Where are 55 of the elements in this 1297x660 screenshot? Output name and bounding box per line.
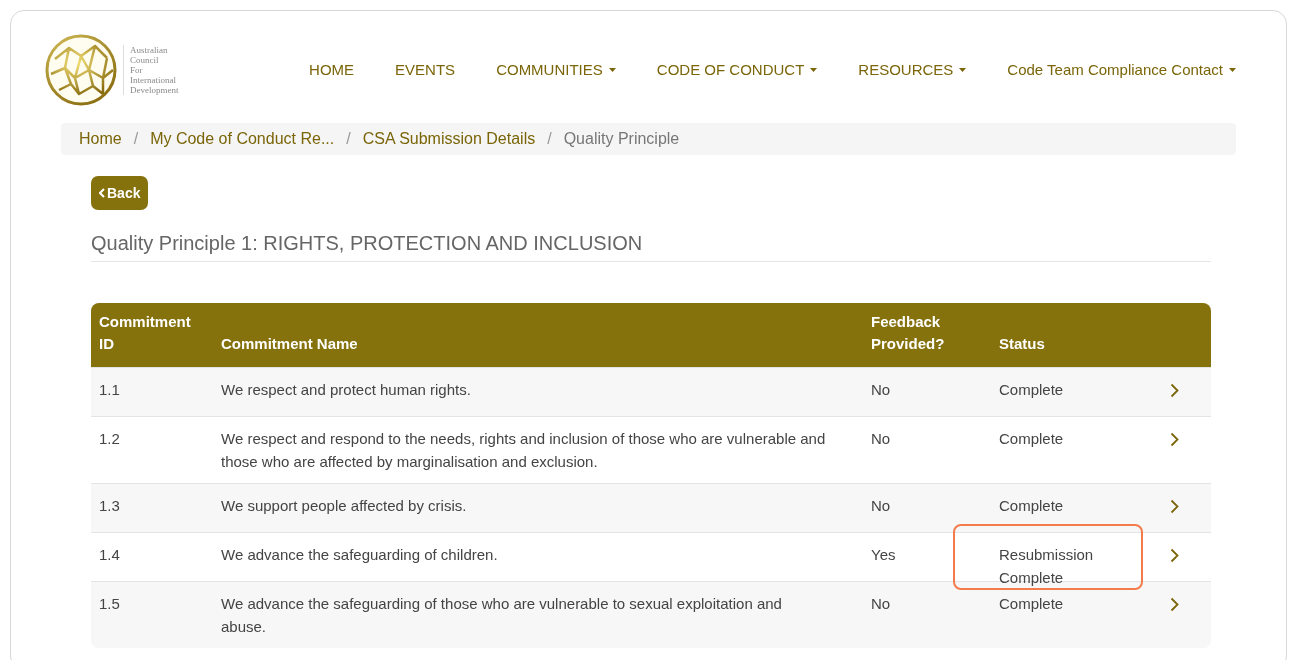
table-cell-text: We advance the safeguarding of those who are vulnerable to sexual exploitation and abuse. — [221, 594, 783, 637]
nav-link[interactable]: RESOURCES — [858, 58, 967, 82]
caret-icon — [959, 68, 967, 72]
back-button[interactable]: Back — [91, 176, 149, 210]
table-cell-text: We advance the safeguarding of children. — [221, 545, 499, 565]
column-header: Commitment Name — [221, 334, 359, 354]
breadcrumb-separator: / — [547, 129, 552, 149]
table-cell-text: No — [871, 496, 892, 516]
column-header: Feedback Provided? — [871, 312, 946, 354]
table-cell-text: 1.5 — [99, 594, 121, 614]
chevron-right-icon[interactable] — [1170, 597, 1179, 612]
table-cell-text: No — [871, 594, 892, 614]
table-cell-text: Complete — [999, 429, 1065, 449]
nav-link[interactable]: HOME — [309, 58, 355, 82]
nav-link[interactable]: CODE OF CONDUCT — [656, 58, 818, 82]
logo-text: International — [130, 75, 177, 85]
logo-text: Council — [130, 55, 160, 65]
table-cell-text: We respect and respond to the needs, rights and inclusion of those who are vulnerable and those who are affected by marginalisation and exclusion. — [221, 429, 827, 472]
table-cell-text: Complete — [999, 380, 1065, 400]
breadcrumb-link[interactable]: CSA Submission Details — [362, 127, 536, 151]
page-heading: Quality Principle 1: RIGHTS, PROTECTION AND INCLUSION — [91, 228, 1211, 262]
table-cell-text: We support people affected by crisis. — [221, 496, 468, 516]
chevron-left-icon — [99, 188, 105, 198]
nav-link[interactable]: Code Team Compliance Contact — [1007, 58, 1236, 82]
breadcrumb-link[interactable]: Home — [79, 127, 122, 151]
breadcrumb-separator: / — [133, 129, 139, 149]
breadcrumb-link[interactable]: My Code of Conduct Re... — [150, 127, 335, 151]
nav-link[interactable]: COMMUNITIES — [496, 58, 616, 82]
logo-text: Australian — [130, 45, 169, 55]
chevron-right-icon[interactable] — [1170, 432, 1179, 447]
table-cell-text: Complete — [999, 594, 1065, 614]
logo-text: For — [130, 65, 144, 75]
column-header: Commitment ID — [99, 312, 192, 354]
nav-link[interactable]: EVENTS — [395, 58, 456, 82]
breadcrumb-link[interactable]: Quality Principle — [563, 127, 680, 151]
table-cell-text: 1.3 — [99, 496, 121, 516]
column-header: Status — [999, 334, 1046, 354]
table-cell-text: No — [871, 380, 892, 400]
table-cell-text: No — [871, 429, 892, 449]
chevron-right-icon[interactable] — [1170, 499, 1179, 514]
table-cell-text: Yes — [871, 545, 897, 565]
table-cell-text: Complete — [999, 496, 1065, 516]
globe-logo-icon — [45, 34, 117, 106]
table-cell-text: 1.1 — [99, 380, 121, 400]
caret-icon — [608, 68, 616, 72]
logo-text: Development — [130, 85, 179, 95]
caret-icon — [1229, 68, 1236, 72]
table-cell-text: We respect and protect human rights. — [221, 380, 472, 400]
table-cell-text: 1.4 — [99, 545, 121, 565]
chevron-right-icon[interactable] — [1170, 383, 1179, 398]
table-cell-text: 1.2 — [99, 429, 121, 449]
chevron-right-icon[interactable] — [1170, 548, 1179, 563]
caret-icon — [810, 68, 818, 72]
breadcrumb-separator: / — [346, 129, 351, 149]
table-cell-text: Resubmission Complete — [999, 545, 1095, 588]
